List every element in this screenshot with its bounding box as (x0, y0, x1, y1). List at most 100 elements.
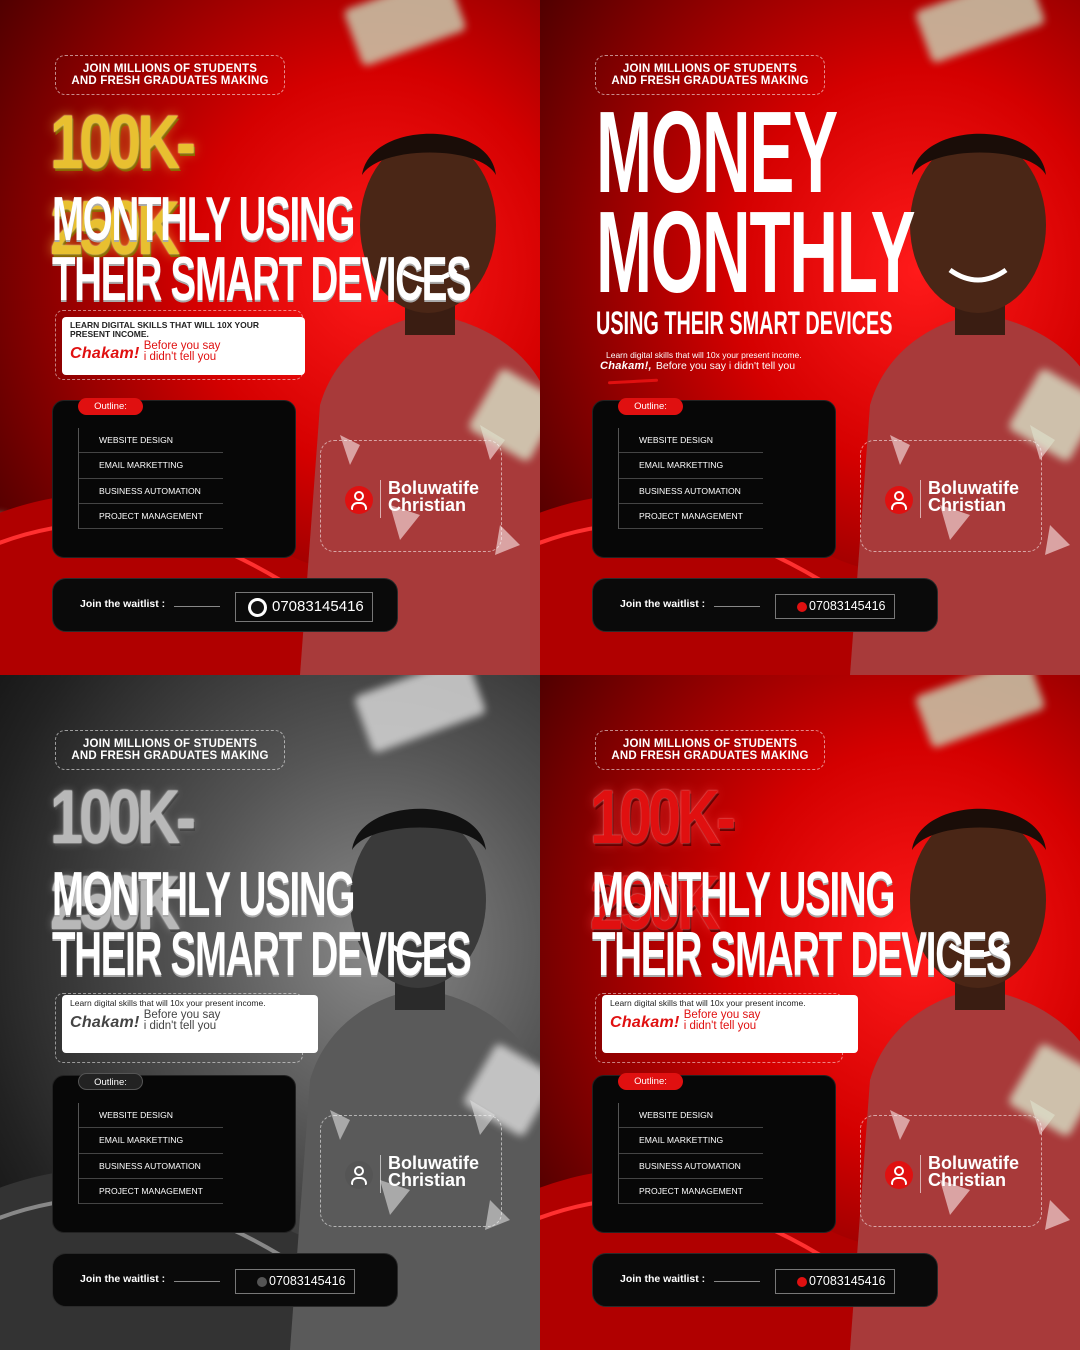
presenter-name: Boluwatife Christian (388, 1154, 479, 1190)
poster-silver: JOIN MILLIONS OF STUDENTS AND FRESH GRAD… (0, 675, 540, 1350)
outline-label: Outline: (78, 398, 143, 415)
name-line2: Christian (388, 495, 467, 515)
outline-label: Outline: (618, 398, 683, 415)
skill-text: Learn digital skills that will 10x your … (610, 998, 806, 1008)
headline-sub: USING THEIR SMART DEVICES (596, 305, 893, 341)
before-text: Before you say i didn't tell you (143, 340, 221, 363)
outline-list: WEBSITE DESIGN EMAIL MARKETTING BUSINESS… (618, 1103, 763, 1205)
top-pill-line2: AND FRESH GRADUATES MAKING (611, 75, 809, 87)
money-blur (914, 675, 1046, 749)
name-line2: Christian (928, 495, 1007, 515)
poster-red: JOIN MILLIONS OF STUDENTS AND FRESH GRAD… (540, 675, 1080, 1350)
outline-item: EMAIL MARKETTING (619, 453, 763, 479)
top-pill-line1: JOIN MILLIONS OF STUDENTS (82, 63, 258, 75)
headline-line1: MONTHLY USING (52, 185, 355, 254)
outline-item: PROJECT MANAGEMENT (619, 504, 763, 530)
outline-label: Outline: (78, 1073, 143, 1090)
outline-item: EMAIL MARKETTING (619, 1128, 763, 1154)
top-pill: JOIN MILLIONS OF STUDENTS AND FRESH GRAD… (595, 730, 825, 770)
waitlist-divider (174, 1281, 220, 1282)
top-pill: JOIN MILLIONS OF STUDENTS AND FRESH GRAD… (55, 730, 285, 770)
before-text: Before you say i didn't tell you (683, 1009, 761, 1032)
top-pill-line1: JOIN MILLIONS OF STUDENTS (622, 738, 798, 750)
chakam-underline (607, 378, 659, 385)
chakam-text: Chakam!, (600, 360, 652, 372)
name-divider (920, 480, 921, 518)
top-pill-line1: JOIN MILLIONS OF STUDENTS (82, 738, 258, 750)
skill-box: Learn digital skills that will 10x your … (62, 995, 318, 1053)
skill-box: Learn digital skills that will 10x your … (602, 995, 858, 1053)
headline-line2: THEIR SMART DEVICES (592, 920, 1012, 989)
headline-line2: THEIR SMART DEVICES (52, 245, 472, 314)
outline-item: PROJECT MANAGEMENT (619, 1179, 763, 1205)
phone-dot-icon (257, 1277, 267, 1287)
name-divider (920, 1155, 921, 1193)
top-pill-line2: AND FRESH GRADUATES MAKING (611, 750, 809, 762)
phone-number[interactable]: 07083145416 (775, 594, 895, 619)
before-line2: i didn't tell you (143, 1020, 217, 1032)
skill-box: LEARN DIGITAL SKILLS THAT WILL 10X YOUR … (62, 317, 305, 375)
presenter-name: Boluwatife Christian (928, 1154, 1019, 1190)
chakam-row: Chakam! Before you say i didn't tell you (610, 1009, 850, 1032)
headline-line2: MONTHLY (596, 187, 915, 317)
before-line2: i didn't tell you (683, 1020, 757, 1032)
outline-item: WEBSITE DESIGN (619, 1103, 763, 1129)
chakam-row: Chakam!, Before you say i didn't tell yo… (600, 360, 880, 372)
chakam-text: Chakam! (70, 345, 140, 362)
top-pill: JOIN MILLIONS OF STUDENTS AND FRESH GRAD… (55, 55, 285, 95)
before-text: Before you say i didn't tell you (143, 1009, 221, 1032)
outline-item: PROJECT MANAGEMENT (79, 1179, 223, 1205)
waitlist-divider (714, 1281, 760, 1282)
phone-number[interactable]: 07083145416 (235, 1269, 355, 1294)
phone-number[interactable]: 07083145416 (775, 1269, 895, 1294)
name-divider (380, 1155, 381, 1193)
phone-dot-icon (797, 602, 807, 612)
outline-list: WEBSITE DESIGN EMAIL MARKETTING BUSINESS… (78, 1103, 223, 1205)
outline-item: PROJECT MANAGEMENT (79, 504, 223, 530)
skill-text: Learn digital skills that will 10x your … (606, 350, 802, 360)
money-blur (343, 0, 467, 68)
top-pill-line2: AND FRESH GRADUATES MAKING (71, 750, 269, 762)
outline-item: BUSINESS AUTOMATION (79, 1154, 223, 1179)
outline-item: EMAIL MARKETTING (79, 1128, 223, 1154)
poster-grid: JOIN MILLIONS OF STUDENTS AND FRESH GRAD… (0, 0, 1080, 1350)
chakam-row: Chakam! Before you say i didn't tell you (70, 1009, 310, 1032)
phone-dot-icon (797, 1277, 807, 1287)
headline-line1: MONTHLY USING (592, 860, 895, 929)
before-text: Before you say i didn't tell you (655, 360, 796, 372)
skill-inline: Learn digital skills that will 10x your … (600, 350, 880, 385)
outline-item: BUSINESS AUTOMATION (619, 1154, 763, 1179)
poster-gold: JOIN MILLIONS OF STUDENTS AND FRESH GRAD… (0, 0, 540, 675)
name-line2: Christian (928, 1170, 1007, 1190)
skill-text: Learn digital skills that will 10x your … (70, 998, 266, 1008)
outline-list: WEBSITE DESIGN EMAIL MARKETTING BUSINESS… (78, 428, 223, 530)
headline-line2: THEIR SMART DEVICES (52, 920, 472, 989)
outline-item: WEBSITE DESIGN (79, 1103, 223, 1129)
outline-item: BUSINESS AUTOMATION (619, 479, 763, 504)
before-line2: i didn't tell you (143, 351, 217, 363)
waitlist-divider (174, 606, 220, 607)
whatsapp-icon (248, 598, 267, 617)
skill-text: LEARN DIGITAL SKILLS THAT WILL 10X YOUR … (70, 320, 260, 339)
outline-item: BUSINESS AUTOMATION (79, 479, 223, 504)
waitlist-label: Join the waitlist : (80, 1273, 166, 1285)
headline-line1: MONTHLY USING (52, 860, 355, 929)
waitlist-label: Join the waitlist : (80, 598, 166, 610)
user-icon (885, 1161, 913, 1189)
waitlist-label: Join the waitlist : (620, 598, 706, 610)
outline-list: WEBSITE DESIGN EMAIL MARKETTING BUSINESS… (618, 428, 763, 530)
waitlist-divider (714, 606, 760, 607)
user-icon (345, 1161, 373, 1189)
outline-item: WEBSITE DESIGN (79, 428, 223, 454)
waitlist-label: Join the waitlist : (620, 1273, 706, 1285)
name-line2: Christian (388, 1170, 467, 1190)
chakam-text: Chakam! (70, 1014, 140, 1031)
outline-item: EMAIL MARKETTING (79, 453, 223, 479)
presenter-name: Boluwatife Christian (388, 479, 479, 515)
poster-money: JOIN MILLIONS OF STUDENTS AND FRESH GRAD… (540, 0, 1080, 675)
presenter-name: Boluwatife Christian (928, 479, 1019, 515)
user-icon (885, 486, 913, 514)
user-icon (345, 486, 373, 514)
top-pill-line2: AND FRESH GRADUATES MAKING (71, 75, 269, 87)
name-divider (380, 480, 381, 518)
